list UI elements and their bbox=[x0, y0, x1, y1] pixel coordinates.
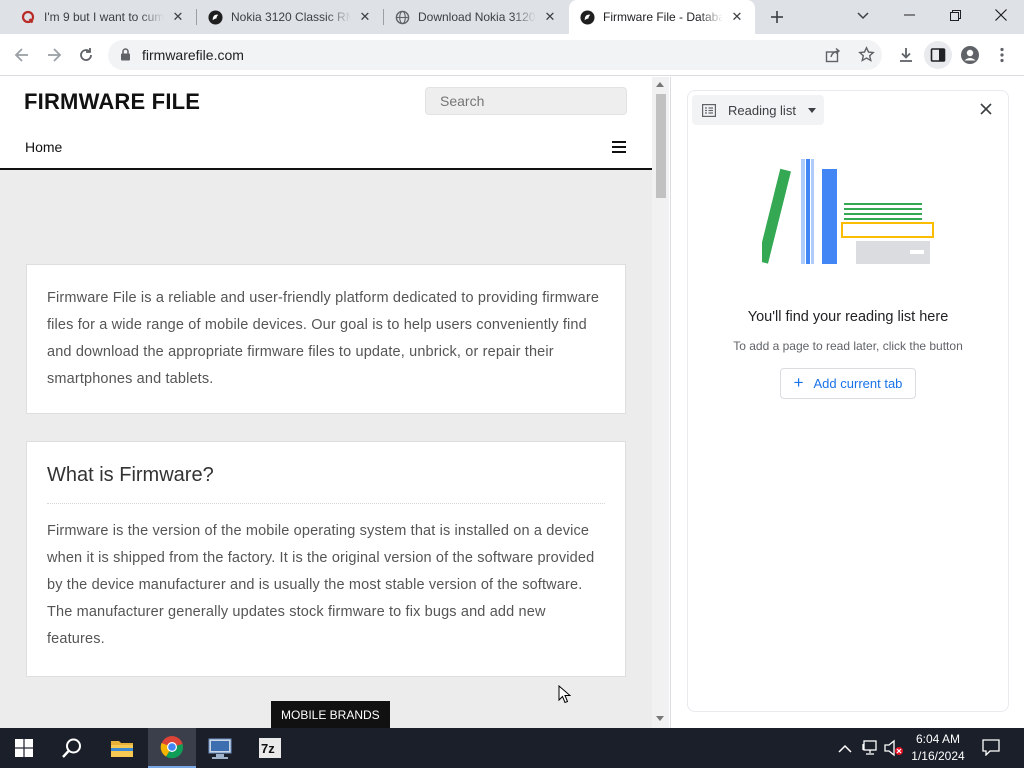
browser-toolbar: firmwarefile.com bbox=[0, 34, 1024, 76]
close-side-panel-icon[interactable] bbox=[980, 102, 996, 118]
mobile-brands-label[interactable]: MOBILE BRANDS bbox=[271, 701, 390, 728]
search-input[interactable] bbox=[425, 87, 627, 115]
site-icon bbox=[579, 9, 595, 25]
scrollbar-thumb[interactable] bbox=[656, 94, 666, 198]
windows-taskbar: 7z 6:04 AM 1/16/2024 bbox=[0, 728, 1024, 768]
close-tab-icon[interactable]: ✕ bbox=[170, 9, 186, 25]
address-bar[interactable]: firmwarefile.com bbox=[108, 40, 882, 70]
tab-title: Firmware File - Databa bbox=[603, 10, 723, 24]
menu-kebab-icon[interactable] bbox=[988, 41, 1016, 69]
side-panel-selector-label: Reading list bbox=[728, 102, 796, 118]
reading-list-icon bbox=[702, 103, 716, 117]
site-icon bbox=[207, 9, 223, 25]
back-arrow-icon[interactable] bbox=[8, 41, 36, 69]
search-icon[interactable] bbox=[48, 728, 96, 768]
chrome-icon[interactable] bbox=[148, 728, 196, 768]
remote-desktop-icon[interactable] bbox=[196, 728, 244, 768]
tab-download-nokia[interactable]: Download Nokia 3120 ✕ bbox=[384, 0, 568, 34]
plus-icon: + bbox=[793, 372, 804, 392]
tab-nokia-rm[interactable]: Nokia 3120 Classic RM- ✕ bbox=[197, 0, 383, 34]
tab-strip: I'm 9 but I want to cum ✕ Nokia 3120 Cla… bbox=[0, 0, 1024, 34]
tab-title: Download Nokia 3120 bbox=[418, 10, 536, 24]
restore-icon[interactable] bbox=[942, 4, 968, 26]
intro-text: Firmware File is a reliable and user-fri… bbox=[47, 290, 600, 387]
close-tab-icon[interactable]: ✕ bbox=[542, 9, 558, 25]
page-scrollbar[interactable] bbox=[652, 77, 669, 728]
clock-time: 6:04 AM bbox=[915, 732, 961, 746]
dropdown-caret-icon bbox=[807, 107, 816, 113]
scroll-down-arrow-icon[interactable] bbox=[656, 716, 664, 721]
volume-muted-icon[interactable] bbox=[884, 739, 904, 762]
quora-icon bbox=[20, 9, 36, 25]
7zip-icon[interactable]: 7z bbox=[246, 728, 294, 768]
side-panel-icon[interactable] bbox=[924, 41, 952, 69]
tray-chevron-up-icon[interactable] bbox=[838, 740, 852, 758]
reload-icon[interactable] bbox=[72, 41, 100, 69]
notifications-icon[interactable] bbox=[982, 739, 1000, 761]
tab-search-chevron-icon[interactable] bbox=[852, 5, 874, 27]
close-tab-icon[interactable]: ✕ bbox=[729, 9, 745, 25]
minimize-icon[interactable] bbox=[896, 4, 922, 26]
mouse-cursor-icon bbox=[558, 685, 571, 704]
section-body: Firmware is the version of the mobile op… bbox=[47, 523, 595, 647]
intro-card: Firmware File is a reliable and user-fri… bbox=[26, 264, 626, 414]
reading-list-side-panel: Reading list You'll find your reading li… bbox=[670, 77, 1024, 728]
windows-start-icon[interactable] bbox=[0, 728, 48, 768]
reading-list-empty-description: To add a page to read later, click the b… bbox=[733, 339, 963, 353]
globe-icon bbox=[394, 9, 410, 25]
scroll-up-arrow-icon[interactable] bbox=[656, 82, 664, 87]
file-explorer-icon[interactable] bbox=[98, 728, 146, 768]
site-logo[interactable]: FIRMWARE FILE bbox=[24, 89, 200, 115]
tab-firmware-file[interactable]: Firmware File - Databa ✕ bbox=[569, 0, 755, 34]
download-icon[interactable] bbox=[892, 41, 920, 69]
tab-quora[interactable]: I'm 9 but I want to cum ✕ bbox=[10, 0, 196, 34]
tab-title: I'm 9 but I want to cum bbox=[44, 10, 164, 24]
add-current-tab-button[interactable]: + Add current tab bbox=[780, 368, 916, 399]
network-icon[interactable] bbox=[862, 739, 880, 762]
section-title: What is Firmware? bbox=[47, 464, 605, 504]
hamburger-menu-icon[interactable] bbox=[612, 141, 626, 153]
tab-title: Nokia 3120 Classic RM- bbox=[231, 10, 351, 24]
clock-date: 1/16/2024 bbox=[911, 749, 965, 763]
new-tab-icon[interactable] bbox=[764, 5, 790, 29]
forward-arrow-icon[interactable] bbox=[40, 41, 68, 69]
firmware-info-card: What is Firmware? Firmware is the versio… bbox=[26, 441, 626, 677]
side-panel-selector[interactable]: Reading list bbox=[692, 95, 824, 125]
svg-text:7z: 7z bbox=[261, 741, 275, 756]
share-icon[interactable] bbox=[825, 47, 841, 68]
close-window-icon[interactable] bbox=[988, 4, 1014, 26]
site-header: FIRMWARE FILE Home bbox=[0, 77, 652, 170]
nav-home-link[interactable]: Home bbox=[25, 139, 62, 155]
reading-list-illustration-icon bbox=[762, 159, 934, 264]
profile-avatar-icon[interactable] bbox=[956, 41, 984, 69]
add-current-tab-label: Add current tab bbox=[813, 376, 903, 391]
bookmark-star-icon[interactable] bbox=[858, 46, 875, 68]
reading-list-empty-title: You'll find your reading list here bbox=[747, 309, 949, 325]
url-text: firmwarefile.com bbox=[142, 47, 244, 63]
side-panel-content: Reading list You'll find your reading li… bbox=[687, 90, 1009, 712]
web-page: FIRMWARE FILE Home Firmware File is a re… bbox=[0, 77, 652, 728]
system-clock[interactable]: 6:04 AM 1/16/2024 bbox=[906, 731, 970, 765]
close-tab-icon[interactable]: ✕ bbox=[357, 9, 373, 25]
lock-icon[interactable] bbox=[120, 48, 131, 66]
